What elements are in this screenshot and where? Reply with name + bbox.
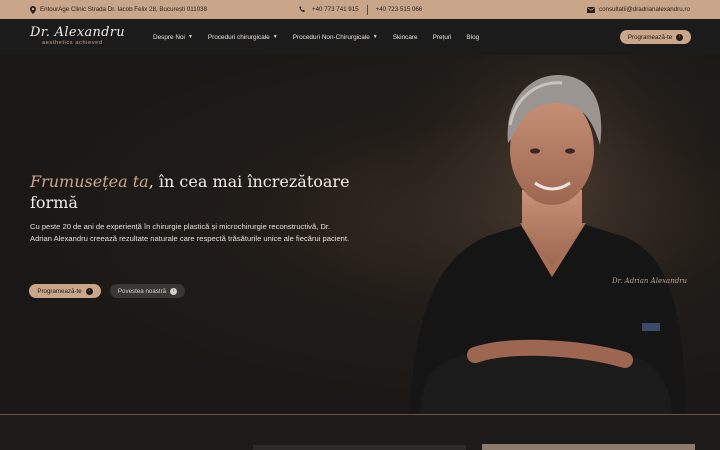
logo-script: Dr. Alexandru: [30, 25, 125, 40]
cta-label: Programează-te: [627, 33, 673, 41]
chevron-down-icon: ▼: [272, 34, 278, 40]
hero-description: Cu peste 20 de ani de experiență în chir…: [30, 222, 350, 243]
nav-label: Despre Noi: [153, 33, 185, 41]
nav-label: Blog: [466, 33, 480, 41]
nav-item-proceduri-chirurgicale[interactable]: Proceduri chirurgicale ▼: [208, 34, 278, 41]
phone-icon: [299, 6, 306, 13]
main-nav: Despre Noi ▼ Proceduri chirurgicale ▼ Pr…: [153, 19, 494, 55]
logo[interactable]: Dr. Alexandru aesthetics achieved: [30, 26, 125, 46]
image-thumbnail: [253, 445, 466, 450]
button-label: Programează-te: [37, 287, 82, 295]
nav-label: Proceduri Non-Chirurgicale: [292, 33, 370, 41]
chevron-down-icon: ▼: [372, 34, 378, 40]
arrow-right-circle-icon: ›: [170, 287, 178, 295]
phones-block: +40 773 741 915 +40 723 515 066: [299, 0, 422, 19]
header-cta-button[interactable]: Programează-te ›: [620, 30, 691, 44]
phone-separator: [366, 4, 368, 15]
map-pin-icon: [30, 5, 36, 14]
address-text: EntourAge Clinic Strada Dr. Iacob Felix …: [40, 6, 208, 13]
address-block[interactable]: EntourAge Clinic Strada Dr. Iacob Felix …: [30, 0, 207, 19]
nav-item-proceduri-non-chirurgicale[interactable]: Proceduri Non-Chirurgicale ▼: [293, 34, 378, 41]
nav-label: Skincare: [392, 33, 418, 41]
top-info-bar: EntourAge Clinic Strada Dr. Iacob Felix …: [0, 0, 720, 19]
nav-item-blog[interactable]: Blog: [466, 34, 479, 41]
nav-label: Prețuri: [432, 33, 452, 41]
email-link: consultatii@dradrianalexandru.ro: [599, 6, 690, 13]
book-appointment-button[interactable]: Programează-te ›: [29, 284, 101, 298]
our-story-button[interactable]: Povestea noastră ›: [110, 284, 185, 298]
hero-title-accent: Frumusețea ta: [30, 172, 149, 191]
arrow-right-circle-icon: ›: [676, 33, 684, 41]
logo-tagline: aesthetics achieved: [42, 40, 103, 46]
nav-label: Proceduri chirurgicale: [207, 33, 270, 41]
envelope-icon: [587, 6, 595, 13]
chevron-down-icon: ▼: [187, 34, 193, 40]
nav-item-despre-noi[interactable]: Despre Noi ▼: [153, 34, 193, 41]
nav-item-preturi[interactable]: Prețuri: [433, 34, 452, 41]
doctor-portrait: Dr. Adrian Alexandru: [380, 55, 700, 414]
phone-link-1[interactable]: +40 773 741 915: [312, 6, 359, 13]
email-block[interactable]: consultatii@dradrianalexandru.ro: [587, 0, 690, 19]
button-label: Povestea noastră: [117, 287, 167, 295]
arrow-right-circle-icon: ›: [85, 287, 93, 295]
site-header: Dr. Alexandru aesthetics achieved Despre…: [0, 19, 720, 55]
scrub-embroidery: Dr. Adrian Alexandru: [611, 277, 688, 285]
hero-title: Frumusețea ta, în cea mai încrezătoare f…: [30, 171, 360, 213]
phone-link-2[interactable]: +40 723 515 066: [376, 6, 423, 13]
nav-item-skincare[interactable]: Skincare: [393, 34, 418, 41]
image-thumbnail: [482, 444, 695, 450]
